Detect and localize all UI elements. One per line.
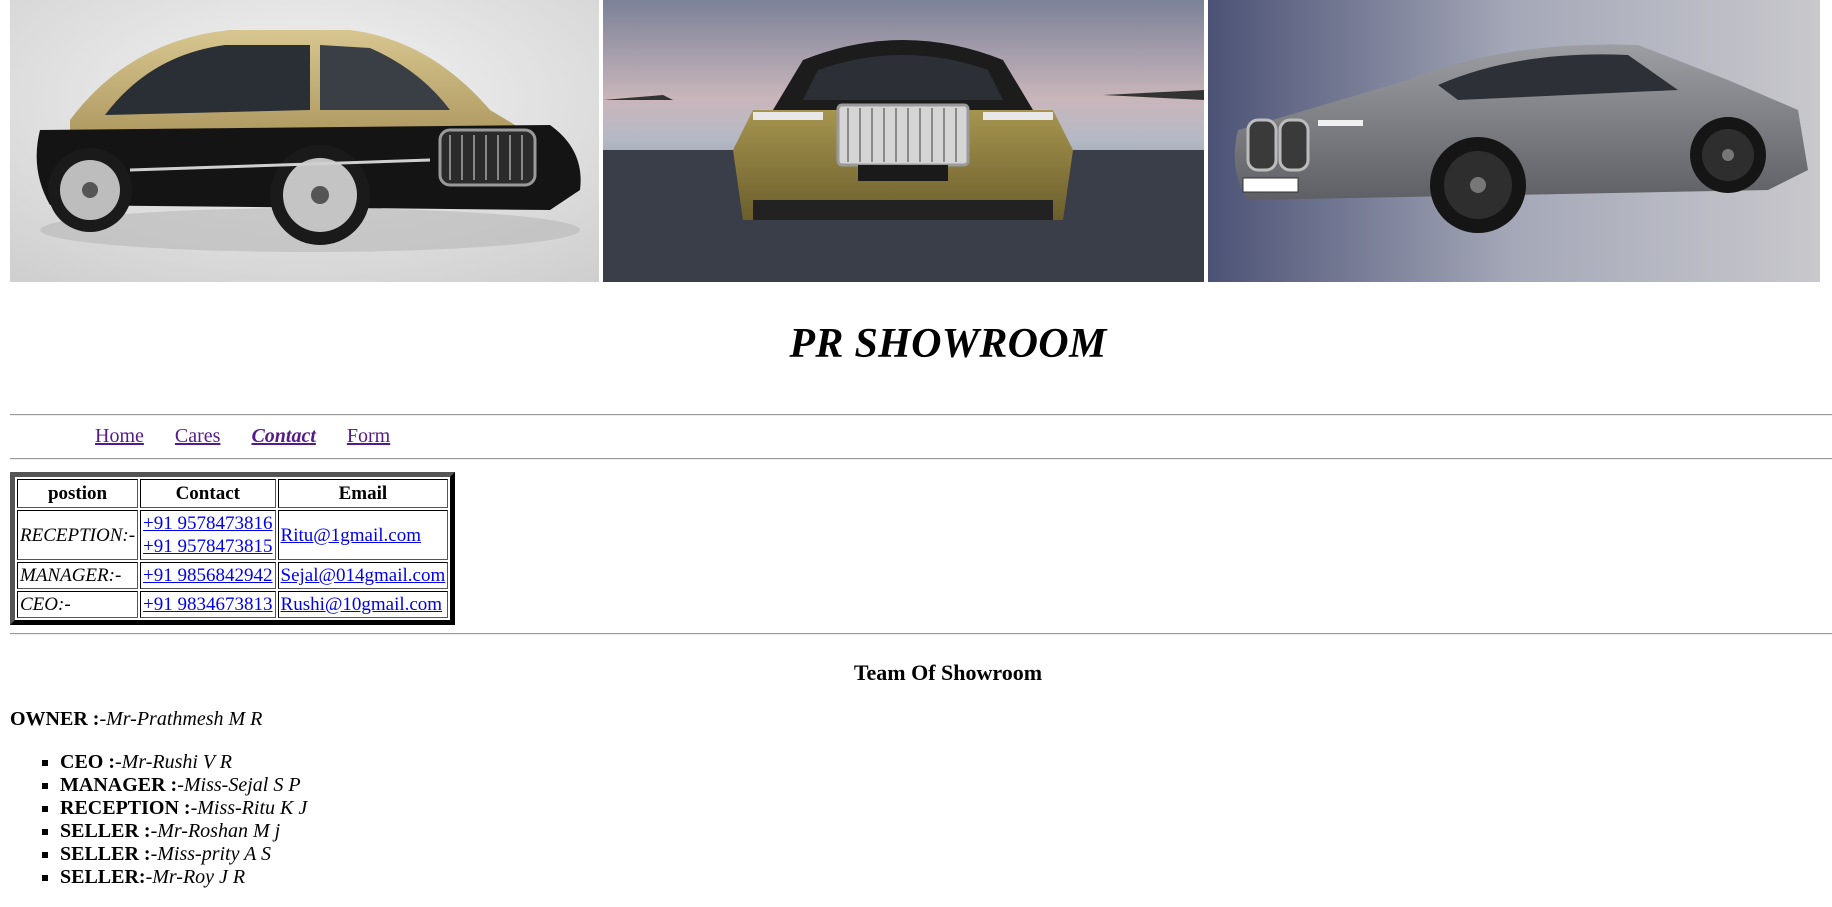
car-image-strip (10, 0, 1820, 282)
position-cell: RECEPTION:- (17, 510, 139, 560)
phone-link[interactable]: +91 9578473816 (143, 513, 272, 534)
member-name: -Miss-prity A S (150, 843, 271, 865)
email-cell: Sejal@014gmail.com (277, 562, 449, 589)
member-role: SELLER: (60, 866, 146, 888)
position-cell: CEO:- (17, 591, 139, 618)
list-item: MANAGER :-Miss-Sejal S P (60, 774, 307, 797)
phone-link[interactable]: +91 9578473815 (143, 536, 272, 557)
phone-link[interactable]: +91 9834673813 (143, 594, 272, 615)
member-name: -Miss-Ritu K J (190, 797, 308, 819)
owner-line: OWNER :-Mr-Prathmesh M R (10, 708, 262, 731)
divider (10, 414, 1832, 416)
email-link[interactable]: Ritu@1gmail.com (281, 525, 421, 546)
list-item: SELLER :-Miss-prity A S (60, 843, 307, 866)
email-cell: Rushi@10gmail.com (277, 591, 449, 618)
email-link[interactable]: Sejal@014gmail.com (281, 565, 446, 586)
nav-link-cares[interactable]: Cares (175, 425, 221, 447)
nav-link-home[interactable]: Home (95, 425, 144, 447)
phone-link[interactable]: +91 9856842942 (143, 565, 272, 586)
divider (10, 458, 1832, 460)
member-name: -Mr-Roy J R (145, 866, 246, 888)
page: PR SHOWROOM Home Cares Contact Form post… (0, 0, 1832, 907)
owner-name: -Mr-Prathmesh M R (99, 708, 263, 730)
position-cell: MANAGER:- (17, 562, 139, 589)
team-list: CEO :-Mr-Rushi V R MANAGER :-Miss-Sejal … (38, 751, 307, 889)
divider (10, 633, 1832, 635)
table-header-row: postion Contact Email (17, 479, 449, 508)
table-row: RECEPTION:- +91 9578473816 +91 957847381… (17, 510, 449, 560)
contacts-table: postion Contact Email RECEPTION:- +91 95… (10, 472, 456, 625)
contact-cell: +91 9578473816 +91 9578473815 (140, 510, 276, 560)
member-role: CEO : (60, 751, 115, 773)
member-name: -Mr-Roshan M j (150, 820, 281, 842)
car-image-black-gold-sedan (10, 0, 599, 282)
member-name: -Miss-Sejal S P (177, 774, 301, 796)
member-role: SELLER : (60, 843, 151, 865)
member-role: RECEPTION : (60, 797, 191, 819)
member-role: SELLER : (60, 820, 151, 842)
list-item: SELLER:-Mr-Roy J R (60, 866, 307, 889)
member-role: MANAGER : (60, 774, 178, 796)
email-link[interactable]: Rushi@10gmail.com (281, 594, 443, 615)
column-header-position: postion (17, 479, 139, 508)
column-header-email: Email (277, 479, 449, 508)
table-row: CEO:- +91 9834673813 Rushi@10gmail.com (17, 591, 449, 618)
contact-cell: +91 9834673813 (140, 591, 276, 618)
main-nav: Home Cares Contact Form (95, 425, 416, 448)
contact-cell: +91 9856842942 (140, 562, 276, 589)
list-item: CEO :-Mr-Rushi V R (60, 751, 307, 774)
nav-link-form[interactable]: Form (347, 425, 390, 447)
member-name: -Mr-Rushi V R (115, 751, 232, 773)
column-header-contact: Contact (140, 479, 276, 508)
car-image-grey-sedan (1208, 0, 1820, 282)
nav-link-contact[interactable]: Contact (251, 425, 315, 447)
list-item: RECEPTION :-Miss-Ritu K J (60, 797, 307, 820)
car-image-gold-coupe-front (603, 0, 1204, 282)
site-title: PR SHOWROOM (789, 321, 1107, 367)
email-cell: Ritu@1gmail.com (277, 510, 449, 560)
table-row: MANAGER:- +91 9856842942 Sejal@014gmail.… (17, 562, 449, 589)
list-item: SELLER :-Mr-Roshan M j (60, 820, 307, 843)
team-section-title: Team Of Showroom (853, 660, 1043, 685)
owner-role: OWNER : (10, 708, 100, 730)
